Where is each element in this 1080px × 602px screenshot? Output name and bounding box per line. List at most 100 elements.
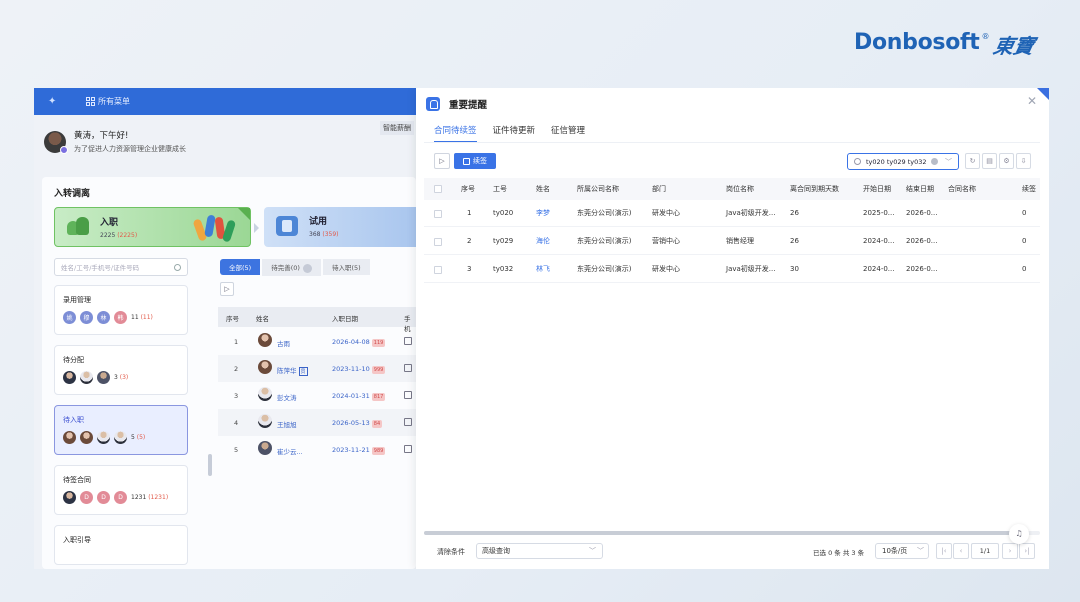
- onboard-date: 2023-11-21 989: [332, 446, 386, 455]
- avatar: 林: [97, 311, 110, 324]
- company-name: 东莞分公司(演示): [577, 209, 632, 217]
- tab-all[interactable]: 全部(5): [220, 259, 261, 276]
- next-page-icon[interactable]: ›: [1002, 543, 1018, 559]
- end-date: 2026-0...: [906, 265, 938, 273]
- user-avatar[interactable]: [44, 130, 68, 154]
- employee-name-link[interactable]: 王旭旭: [277, 419, 297, 429]
- row-checkbox[interactable]: [434, 210, 442, 218]
- group-card-pending-contract[interactable]: 待签合同 D D D 1231 (1231): [54, 465, 188, 515]
- avatar: [258, 360, 272, 374]
- tab-credit-management[interactable]: 征信管理: [551, 124, 585, 143]
- tab-certificate-update[interactable]: 证件待更新: [493, 124, 536, 143]
- employee-name-link[interactable]: 古雨: [277, 338, 290, 348]
- clear-conditions-button[interactable]: 清除条件: [437, 547, 465, 557]
- stage-probation[interactable]: 试用 368 (359): [264, 207, 416, 247]
- download-icon[interactable]: ⇩: [1016, 153, 1031, 169]
- onboard-date: 2023-11-10 999: [332, 365, 386, 374]
- last-page-icon[interactable]: ›|: [1019, 543, 1035, 559]
- renew-button-label: 续签: [473, 157, 487, 165]
- all-menu-button[interactable]: 所有菜单: [86, 96, 130, 107]
- brand-chinese-name: 東寶: [990, 34, 1036, 58]
- stage-arrow-icon: [254, 223, 259, 233]
- group-card-to-assign[interactable]: 待分配 3 (3): [54, 345, 188, 395]
- expand-icon[interactable]: ▷: [434, 153, 450, 169]
- row-checkbox[interactable]: [434, 266, 442, 274]
- group-title: 待签合同: [63, 476, 91, 484]
- chevron-down-icon[interactable]: ﹀: [945, 157, 952, 167]
- avatar: 穆: [80, 311, 93, 324]
- horizontal-scrollbar[interactable]: [424, 531, 1040, 535]
- expand-icon[interactable]: ▷: [220, 282, 234, 296]
- drawer-search-input[interactable]: ty020 ty029 ty032 ﹀: [847, 153, 959, 170]
- employee-name-link[interactable]: 李梦: [536, 200, 550, 227]
- table-row[interactable]: 1 ty020 李梦 东莞分公司(演示) 研发中心 Java初级开发... 26…: [424, 200, 1040, 227]
- app-logo-icon[interactable]: ✦: [48, 96, 60, 108]
- settings-icon[interactable]: ⚙: [999, 153, 1014, 169]
- clear-icon[interactable]: [931, 158, 938, 165]
- row-index: 1: [467, 209, 472, 217]
- avatar: [258, 414, 272, 428]
- table-row[interactable]: 3 彭文涛 2024-01-31 817: [218, 382, 416, 409]
- end-date: 2026-0...: [906, 237, 938, 245]
- smart-salary-tag[interactable]: 智能薪酬: [380, 121, 414, 135]
- table-row[interactable]: 2 ty029 海伦 东莞分公司(演示) 营销中心 销售经理 26 2024-0…: [424, 228, 1040, 255]
- row-checkbox[interactable]: [434, 238, 442, 246]
- table-row[interactable]: 1 古雨 2026-04-08 119: [218, 328, 416, 355]
- table-row[interactable]: 3 ty032 林飞 东莞分公司(演示) 研发中心 Java初级开发... 30…: [424, 256, 1040, 283]
- employee-name-link[interactable]: 海伦: [536, 228, 550, 255]
- close-icon[interactable]: ✕: [1027, 94, 1037, 108]
- avatar: [63, 431, 76, 444]
- col-header: 所属公司名称: [577, 185, 619, 193]
- avatar: D: [80, 491, 93, 504]
- chevron-down-icon: [302, 263, 312, 273]
- chevron-down-icon: ﹀: [589, 547, 596, 555]
- stage-onboarding[interactable]: 入职 2225 (2225): [54, 207, 251, 247]
- refresh-icon[interactable]: ↻: [965, 153, 980, 169]
- greeting-subtitle: 为了促进人力资源管理企业健康成长: [74, 145, 186, 153]
- prev-page-icon[interactable]: ‹: [953, 543, 969, 559]
- celebration-illustration-icon: [192, 211, 237, 245]
- group-count: 5 (5): [131, 434, 146, 441]
- table-toolbar: ↻ ▤ ⚙ ⇩: [965, 153, 1033, 169]
- group-card-hiring[interactable]: 录用管理 姚 穆 林 韩 11 (11): [54, 285, 188, 335]
- renew-button[interactable]: 续签: [454, 153, 496, 169]
- group-card-onboarding-guide[interactable]: 入职引导: [54, 525, 188, 565]
- corner-flag-icon: [1037, 88, 1049, 100]
- notification-bell-icon[interactable]: ♫: [1009, 524, 1029, 544]
- document-icon: [276, 216, 298, 236]
- group-card-pending-onboard[interactable]: 待入职 5 (5): [54, 405, 188, 455]
- employee-code: ty029: [493, 237, 514, 245]
- employee-name-link[interactable]: 彭文涛: [277, 392, 297, 402]
- panel-resize-handle[interactable]: [208, 454, 212, 476]
- group-count: 3 (3): [114, 374, 129, 381]
- tab-incomplete[interactable]: 待完善(0): [262, 259, 321, 276]
- col-header: 序号: [461, 185, 475, 193]
- advanced-query-select[interactable]: 高级查询 ﹀: [476, 543, 603, 559]
- export-icon[interactable]: ▤: [982, 153, 997, 169]
- select-all-checkbox[interactable]: [434, 185, 442, 193]
- phone-icon: [404, 391, 412, 399]
- workbench-pane: 黄涛，下午好! 为了促进人力资源管理企业健康成长 智能薪酬 入转调离 入职 22…: [34, 115, 416, 569]
- page-size-select[interactable]: 10条/页 ﹀: [875, 543, 929, 559]
- avatar: [80, 431, 93, 444]
- table-row[interactable]: 4 王旭旭 2026-05-13 84: [218, 409, 416, 436]
- employee-name-link[interactable]: 陈萍华员: [277, 365, 308, 376]
- page-indicator[interactable]: 1/1: [971, 543, 999, 559]
- end-date: 2026-0...: [906, 209, 938, 217]
- employee-name-link[interactable]: 林飞: [536, 256, 550, 283]
- tab-pending[interactable]: 待入职(5): [322, 259, 370, 276]
- employee-name-link[interactable]: 崔少云...: [277, 446, 303, 456]
- employee-search-input[interactable]: 姓名/工号/手机号/证件号码: [54, 258, 188, 276]
- first-page-icon[interactable]: |‹: [936, 543, 952, 559]
- scrollbar-thumb[interactable]: [424, 531, 1022, 535]
- top-nav-bar: ✦ 所有菜单: [34, 88, 416, 115]
- table-row[interactable]: 5 崔少云... 2023-11-21 989: [218, 436, 416, 463]
- start-date: 2025-0...: [863, 209, 895, 217]
- col-header: 工号: [493, 185, 507, 193]
- col-header: 序号: [226, 315, 239, 323]
- avatar: [258, 333, 272, 347]
- table-row[interactable]: 2 陈萍华员 2023-11-10 999: [218, 355, 416, 382]
- start-date: 2024-0...: [863, 237, 895, 245]
- tab-contract-renewal[interactable]: 合同待续签: [434, 124, 477, 143]
- status-tabs: 全部(5) 待完善(0) 待入职(5): [220, 259, 372, 276]
